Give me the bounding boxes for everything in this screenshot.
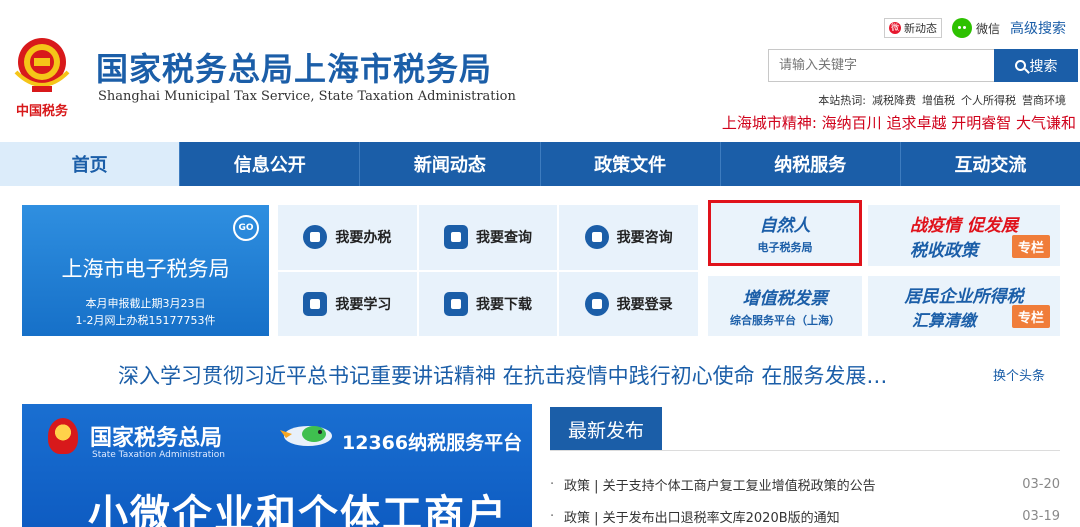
nav-home[interactable]: 首页: [0, 142, 181, 186]
bullet-icon: ·: [550, 476, 555, 492]
city-spirit-text: 上海城市精神: 海纳百川 追求卓越 开明睿智 大气谦和: [721, 114, 1076, 132]
hot-word[interactable]: 个人所得税: [961, 92, 1016, 108]
service-download[interactable]: 我要下载: [418, 271, 558, 336]
service-study[interactable]: 我要学习: [278, 271, 417, 336]
search-button-label: 搜索: [1029, 57, 1058, 74]
emblem-text: 中国税务: [15, 104, 68, 119]
divider: [550, 450, 1060, 451]
site-title[interactable]: 国家税务总局上海市税务局: [96, 44, 492, 90]
banner-slogan: 小微企业和个体工商户: [88, 492, 508, 527]
hot-words-label: 本站热词:: [818, 94, 866, 107]
etax-count: 1-2月网上办税15177753件: [75, 314, 216, 327]
etax-bureau-card[interactable]: GO 上海市电子税务局 本月申报截止期3月23日 1-2月网上办税1517775…: [22, 205, 269, 336]
hot-words: 本站热词: 减税降费 增值税 个人所得税 营商环境: [818, 92, 1066, 108]
promo-subtitle: 电子税务局: [757, 241, 813, 254]
latest-releases-tab[interactable]: 最新发布: [550, 407, 662, 451]
service-label: 我要登录: [616, 296, 673, 313]
hot-word[interactable]: 增值税: [922, 92, 955, 108]
promo-subtitle: 综合服务平台（上海）: [730, 314, 840, 327]
etax-deadline: 本月申报截止期3月23日: [85, 297, 206, 310]
main-nav: 首页 信息公开 新闻动态 政策文件 纳税服务 互动交流: [0, 142, 1080, 186]
site-subtitle: Shanghai Municipal Tax Service, State Ta…: [98, 89, 516, 104]
natural-person-etax-link[interactable]: 自然人 电子税务局: [708, 200, 862, 266]
mascot-bird-icon: [280, 426, 332, 446]
news-title: 政策 | 关于支持个体工商户复工复业增值税政策的公告: [564, 478, 876, 494]
column-tag: 专栏: [1011, 235, 1050, 258]
query-icon: [443, 225, 468, 250]
wechat-link[interactable]: 微信: [951, 18, 1000, 38]
tax-icon: [303, 225, 328, 250]
switch-headline-link[interactable]: 换个头条: [993, 365, 1045, 384]
news-item[interactable]: · 政策 | 关于支持个体工商户复工复业增值税政策的公告 03-20: [550, 473, 1060, 495]
promo-title: 居民企业所得税: [904, 286, 1024, 307]
weibo-link[interactable]: 微 新动态: [883, 18, 942, 38]
vat-invoice-platform-link[interactable]: 增值税发票 综合服务平台（上海）: [708, 276, 862, 336]
promo-subtitle: 税收政策: [910, 240, 978, 261]
service-label: 我要学习: [335, 296, 392, 313]
bullet-icon: ·: [550, 508, 555, 524]
promo-subtitle: 汇算清缴: [911, 310, 976, 330]
headline-link[interactable]: 深入学习贯彻习近平总书记重要讲话精神 在抗击疫情中践行初心使命 在服务发展…: [118, 360, 887, 390]
news-item[interactable]: · 政策 | 关于发布出口退税率文库2020B版的通知 03-19: [550, 505, 1060, 527]
nav-interaction[interactable]: 互动交流: [901, 142, 1080, 186]
service-label: 我要下载: [475, 296, 532, 313]
service-query[interactable]: 我要查询: [418, 205, 558, 270]
promo-title: 自然人: [759, 216, 811, 236]
tax-emblem-icon: [48, 418, 78, 454]
weibo-label: 新动态: [903, 22, 937, 35]
etax-title: 上海市电子税务局: [61, 257, 230, 281]
epidemic-tax-policy-link[interactable]: 战疫情 促发展 税收政策 专栏: [868, 205, 1060, 266]
service-handle-tax[interactable]: 我要办税: [278, 205, 417, 270]
advanced-search-link[interactable]: 高级搜索: [1010, 18, 1066, 38]
service-grid: 我要办税 我要查询 我要咨询 我要学习 我要下载 我要登录: [278, 205, 698, 336]
nav-info-disclosure[interactable]: 信息公开: [180, 142, 361, 186]
promo-title: 战疫情 促发展: [910, 215, 1018, 236]
nav-tax-service[interactable]: 纳税服务: [721, 142, 901, 186]
news-title: 政策 | 关于发布出口退税率文库2020B版的通知: [564, 510, 840, 526]
search-button[interactable]: 搜索: [994, 49, 1078, 82]
search-input[interactable]: [768, 49, 994, 82]
login-icon: [584, 291, 609, 316]
news-date: 03-20: [1022, 476, 1060, 492]
banner-org-name-en: State Taxation Administration: [92, 450, 226, 460]
hot-word[interactable]: 营商环境: [1022, 92, 1066, 108]
weibo-icon: 微: [888, 22, 901, 34]
corporate-income-tax-link[interactable]: 居民企业所得税 汇算清缴 专栏: [868, 276, 1060, 336]
banner-hotline: 12366纳税服务平台: [342, 432, 523, 454]
top-links: 微 新动态 微信 高级搜索: [883, 18, 1066, 38]
study-icon: [303, 291, 328, 316]
search-icon: [1014, 60, 1026, 71]
service-label: 我要办税: [335, 230, 392, 247]
nav-policy[interactable]: 政策文件: [541, 142, 721, 186]
download-icon: [443, 291, 468, 316]
wechat-icon: [951, 18, 972, 38]
service-label: 我要咨询: [616, 230, 673, 247]
news-date: 03-19: [1022, 508, 1060, 524]
hot-word[interactable]: 减税降费: [872, 92, 916, 108]
banner-org-name: 国家税务总局: [90, 426, 223, 451]
hotline-banner[interactable]: 国家税务总局 State Taxation Administration 123…: [22, 404, 532, 527]
go-icon[interactable]: GO: [233, 215, 259, 241]
service-consult[interactable]: 我要咨询: [559, 205, 698, 270]
service-login[interactable]: 我要登录: [559, 271, 698, 336]
consult-icon: [584, 225, 609, 250]
nav-news[interactable]: 新闻动态: [360, 142, 541, 186]
tax-emblem-logo: 中国税务: [10, 32, 74, 120]
wechat-label: 微信: [975, 21, 1000, 36]
service-label: 我要查询: [475, 230, 532, 247]
column-tag: 专栏: [1011, 305, 1050, 328]
promo-title: 增值税发票: [742, 289, 828, 309]
